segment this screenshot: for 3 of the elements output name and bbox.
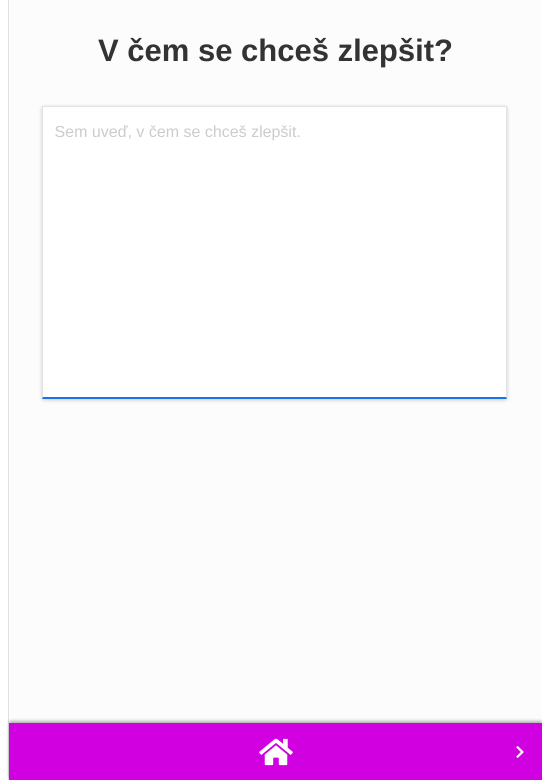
page-title: V čem se chceš zlepšit? xyxy=(98,32,453,70)
home-icon xyxy=(258,736,292,766)
chevron-right-icon xyxy=(514,744,526,758)
